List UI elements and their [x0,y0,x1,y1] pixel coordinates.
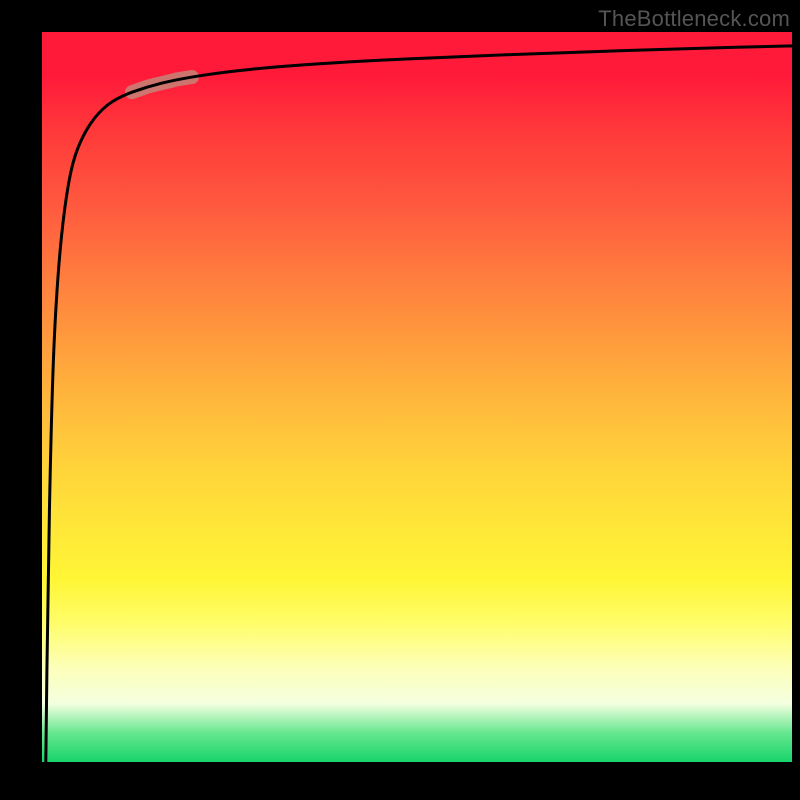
watermark-text: TheBottleneck.com [598,6,790,32]
plot-area [42,32,792,762]
curve-svg [42,32,792,762]
bottleneck-curve [46,46,792,762]
chart-stage: TheBottleneck.com [0,0,800,800]
